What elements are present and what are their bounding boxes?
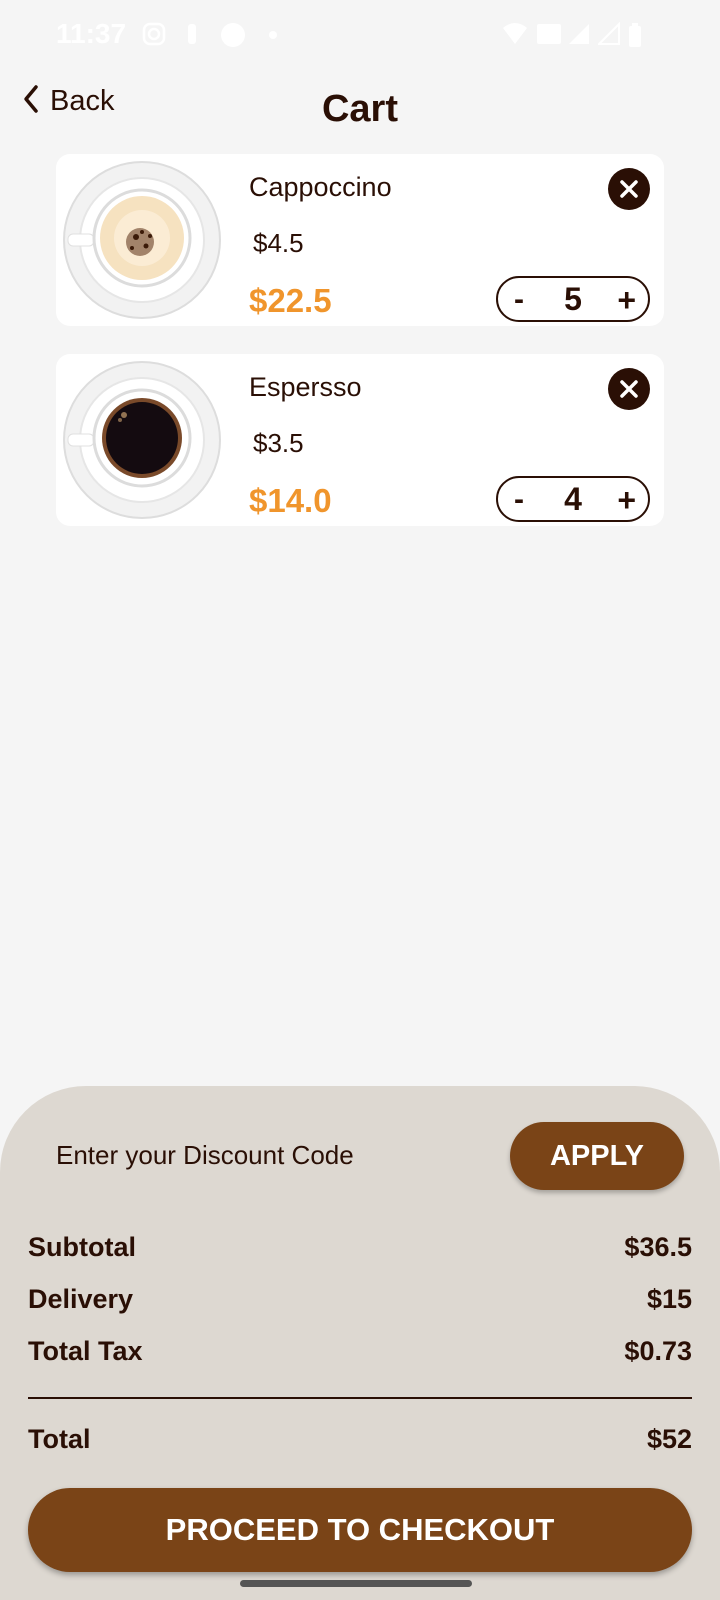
instagram-icon [142,22,166,52]
item-total-price: $14.0 [249,482,332,519]
cart-item: Espersso $3.5 $14.0 - 4 + [56,354,664,526]
apply-discount-button[interactable]: APPLY [510,1122,684,1190]
sim-icon [536,22,562,52]
espresso-cup-image [62,360,222,520]
item-name: Espersso [249,372,362,402]
summary-value: $36.5 [624,1232,692,1262]
summary-label: Delivery [28,1284,134,1314]
item-unit-price: $3.5 [253,428,304,458]
proceed-to-checkout-button[interactable]: PROCEED TO CHECKOUT [28,1488,692,1572]
quantity-stepper: - 4 + [496,476,650,522]
cart-item: Cappoccino $4.5 $22.5 - 5 + [56,154,664,326]
battery-icon [628,22,642,54]
summary-row-delivery: Delivery $15 [28,1284,692,1315]
total-value: $52 [646,1424,692,1454]
item-unit-price: $4.5 [253,228,304,258]
close-icon [620,380,638,398]
remove-item-button[interactable] [608,168,650,210]
remove-item-button[interactable] [608,368,650,410]
circle-icon [220,22,246,54]
signal-icon [568,22,590,52]
item-total-price: $22.5 [249,282,332,319]
summary-label: Subtotal [28,1232,136,1262]
summary-row-total: Total $52 [28,1424,692,1455]
notification-icon [186,22,198,52]
wifi-icon [502,22,528,52]
increase-quantity-button[interactable]: + [617,282,636,318]
dot-icon [268,22,278,54]
signal-icon-2 [596,21,620,52]
summary-value: $0.73 [624,1336,692,1366]
summary-row-subtotal: Subtotal $36.5 [28,1232,692,1263]
item-name: Cappoccino [249,172,392,202]
total-label: Total [28,1424,91,1454]
summary-row-tax: Total Tax $0.73 [28,1336,692,1367]
close-icon [620,180,638,198]
status-time: 11:37 [56,18,127,49]
cappuccino-cup-image [62,160,222,320]
summary-label: Total Tax [28,1336,143,1366]
page-title: Cart [321,88,399,130]
home-indicator[interactable] [240,1580,472,1587]
summary-value: $15 [646,1284,692,1314]
quantity-stepper: - 5 + [496,276,650,322]
increase-quantity-button[interactable]: + [617,482,636,518]
discount-code-input[interactable]: Enter your Discount Code [56,1140,476,1171]
status-bar: 11:37 [0,0,720,70]
order-summary-panel: Enter your Discount Code APPLY Subtotal … [0,1086,720,1600]
divider [28,1397,692,1399]
